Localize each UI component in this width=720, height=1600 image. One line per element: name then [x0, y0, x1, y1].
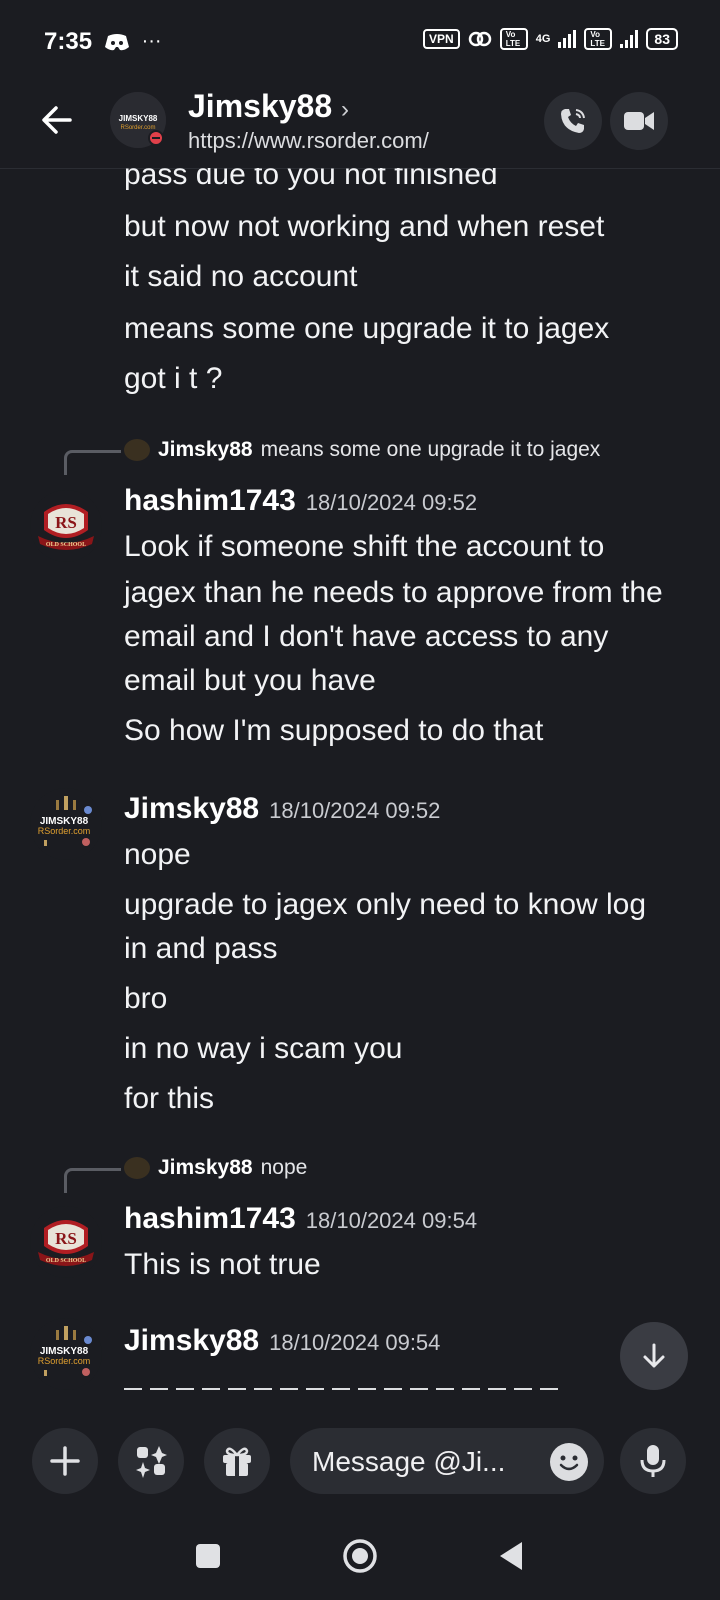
message-author[interactable]: hashim1743 18/10/2024 09:52: [124, 484, 477, 518]
discord-status-icon: [105, 33, 129, 50]
message-timestamp: 18/10/2024 09:52: [269, 798, 441, 823]
message-author[interactable]: Jimsky88 18/10/2024 09:52: [124, 792, 440, 826]
jimsky-avatar-icon: JIMSKY88 RSorder.com: [30, 788, 102, 860]
message-line: in no way i scam you: [124, 1032, 403, 1065]
jump-to-bottom-button[interactable]: [620, 1322, 688, 1390]
add-attachment-button[interactable]: [32, 1428, 98, 1494]
message-line: This is not true: [124, 1248, 321, 1281]
emoji-button[interactable]: [550, 1443, 588, 1481]
avatar[interactable]: JIMSKY88 RSorder.com: [30, 1318, 102, 1390]
message-line: nope: [124, 838, 191, 871]
message-input[interactable]: Message @Ji...: [290, 1428, 604, 1494]
voice-call-button[interactable]: [544, 92, 602, 150]
svg-text:RSorder.com: RSorder.com: [38, 826, 91, 836]
gift-button[interactable]: [204, 1428, 270, 1494]
hotspot-icon: [468, 31, 491, 47]
message-line: bro: [124, 982, 168, 1015]
message-composer: Message @Ji...: [0, 1410, 720, 1510]
message-line: email but you have: [124, 664, 376, 697]
header-title[interactable]: Jimsky88 ›: [188, 88, 349, 125]
apps-button[interactable]: [118, 1428, 184, 1494]
message-input-placeholder: Message @Ji...: [312, 1446, 506, 1477]
svg-text:JIMSKY88: JIMSKY88: [119, 114, 158, 123]
message-line: upgrade to jagex only need to know log: [124, 888, 647, 921]
more-dots-icon: ···: [141, 30, 162, 52]
plus-icon: [50, 1446, 80, 1476]
apps-sparkle-icon: [136, 1446, 167, 1478]
recent-apps-icon[interactable]: [194, 1542, 222, 1570]
status-bar: 7:35 ··· VPN Vo LTE 4G Vo LTE 83: [0, 0, 720, 80]
message-line: Look if someone shift the account to: [124, 530, 605, 563]
message-line: for this: [124, 1082, 215, 1115]
message-line: email and I don't have access to any: [124, 620, 609, 653]
runescape-avatar-icon: RS OLD SCHOOL: [30, 490, 102, 562]
avatar[interactable]: JIMSKY88 RSorder.com: [30, 788, 102, 860]
reply-text: nope: [260, 1156, 308, 1179]
header-avatar[interactable]: JIMSKY88 RSorder.com: [110, 92, 166, 148]
reply-preview[interactable]: Jimsky88 means some one upgrade it to ja…: [124, 438, 600, 462]
status-right-icons: VPN Vo LTE 4G Vo LTE 83: [423, 28, 678, 50]
video-call-button[interactable]: [610, 92, 668, 150]
message-author[interactable]: hashim1743 18/10/2024 09:54: [124, 1202, 477, 1236]
message-author[interactable]: Jimsky88 18/10/2024 09:54: [124, 1324, 440, 1358]
status-time: 7:35: [44, 28, 93, 55]
message-timestamp: 18/10/2024 09:54: [269, 1330, 441, 1355]
chevron-right-icon: ›: [341, 96, 350, 123]
message-line: in and pass: [124, 932, 278, 965]
avatar[interactable]: RS OLD SCHOOL: [30, 1206, 102, 1278]
svg-text:RSorder.com: RSorder.com: [38, 1356, 91, 1366]
vpn-icon: VPN: [423, 29, 460, 49]
reply-avatar: [124, 439, 150, 461]
microphone-icon: [640, 1445, 666, 1477]
gift-icon: [223, 1447, 251, 1476]
message-line: pass due to you not finished: [124, 168, 498, 191]
chat-header: JIMSKY88 RSorder.com Jimsky88 › https://…: [0, 80, 720, 169]
volte-icon: Vo LTE: [499, 28, 528, 50]
header-subtitle: https://www.rsorder.com/: [188, 128, 429, 153]
chat-messages[interactable]: pass due to you not finished but now not…: [0, 168, 720, 1410]
message-timestamp: 18/10/2024 09:52: [305, 490, 478, 515]
reply-text: means some one upgrade it to jagex: [260, 438, 601, 461]
svg-text:OLD SCHOOL: OLD SCHOOL: [46, 1258, 86, 1264]
message-line: means some one upgrade it to jagex: [124, 312, 610, 345]
jimsky-avatar-icon: JIMSKY88 RSorder.com: [30, 1318, 102, 1390]
voice-message-button[interactable]: [620, 1428, 686, 1494]
svg-text:RS: RS: [55, 1229, 77, 1248]
message-line: So how I'm supposed to do that: [124, 714, 544, 747]
message-line: got i t ?: [124, 362, 223, 395]
message-timestamp: 18/10/2024 09:54: [305, 1208, 478, 1233]
back-arrow-icon[interactable]: [36, 98, 80, 142]
avatar[interactable]: RS OLD SCHOOL: [30, 490, 102, 562]
phone-icon: [561, 109, 585, 133]
svg-text:RSorder.com: RSorder.com: [120, 125, 155, 131]
video-camera-icon: [624, 112, 654, 130]
reply-avatar: [124, 1157, 150, 1179]
reply-connector: [64, 450, 121, 475]
system-navigation-bar: [0, 1510, 720, 1600]
reply-author: Jimsky88: [158, 1156, 253, 1179]
status-left-icons: ···: [104, 30, 162, 53]
signal-icon-2: [620, 30, 639, 48]
message-line: jagex than he needs to approve from the: [124, 576, 663, 609]
home-icon[interactable]: [342, 1538, 378, 1574]
message-line: it said no account: [124, 260, 358, 293]
jimsky-avatar-icon: JIMSKY88 RSorder.com: [110, 92, 166, 148]
reply-preview[interactable]: Jimsky88 nope: [124, 1156, 307, 1180]
svg-text:RS: RS: [55, 513, 77, 532]
message-line: but now not working and when reset: [124, 210, 605, 243]
arrow-down-icon: [643, 1343, 665, 1368]
runescape-avatar-icon: RS OLD SCHOOL: [30, 1206, 102, 1278]
battery-icon: 83: [646, 28, 678, 50]
reply-author: Jimsky88: [158, 438, 253, 461]
network-type: 4G: [535, 33, 551, 45]
emoji-icon: [551, 1444, 587, 1480]
volte-icon-2: Vo LTE: [584, 28, 613, 50]
message-line-cutoff: [124, 1388, 564, 1402]
reply-connector: [64, 1168, 121, 1193]
signal-icon: [558, 30, 577, 48]
back-nav-icon[interactable]: [496, 1540, 526, 1572]
svg-text:OLD SCHOOL: OLD SCHOOL: [46, 542, 86, 548]
